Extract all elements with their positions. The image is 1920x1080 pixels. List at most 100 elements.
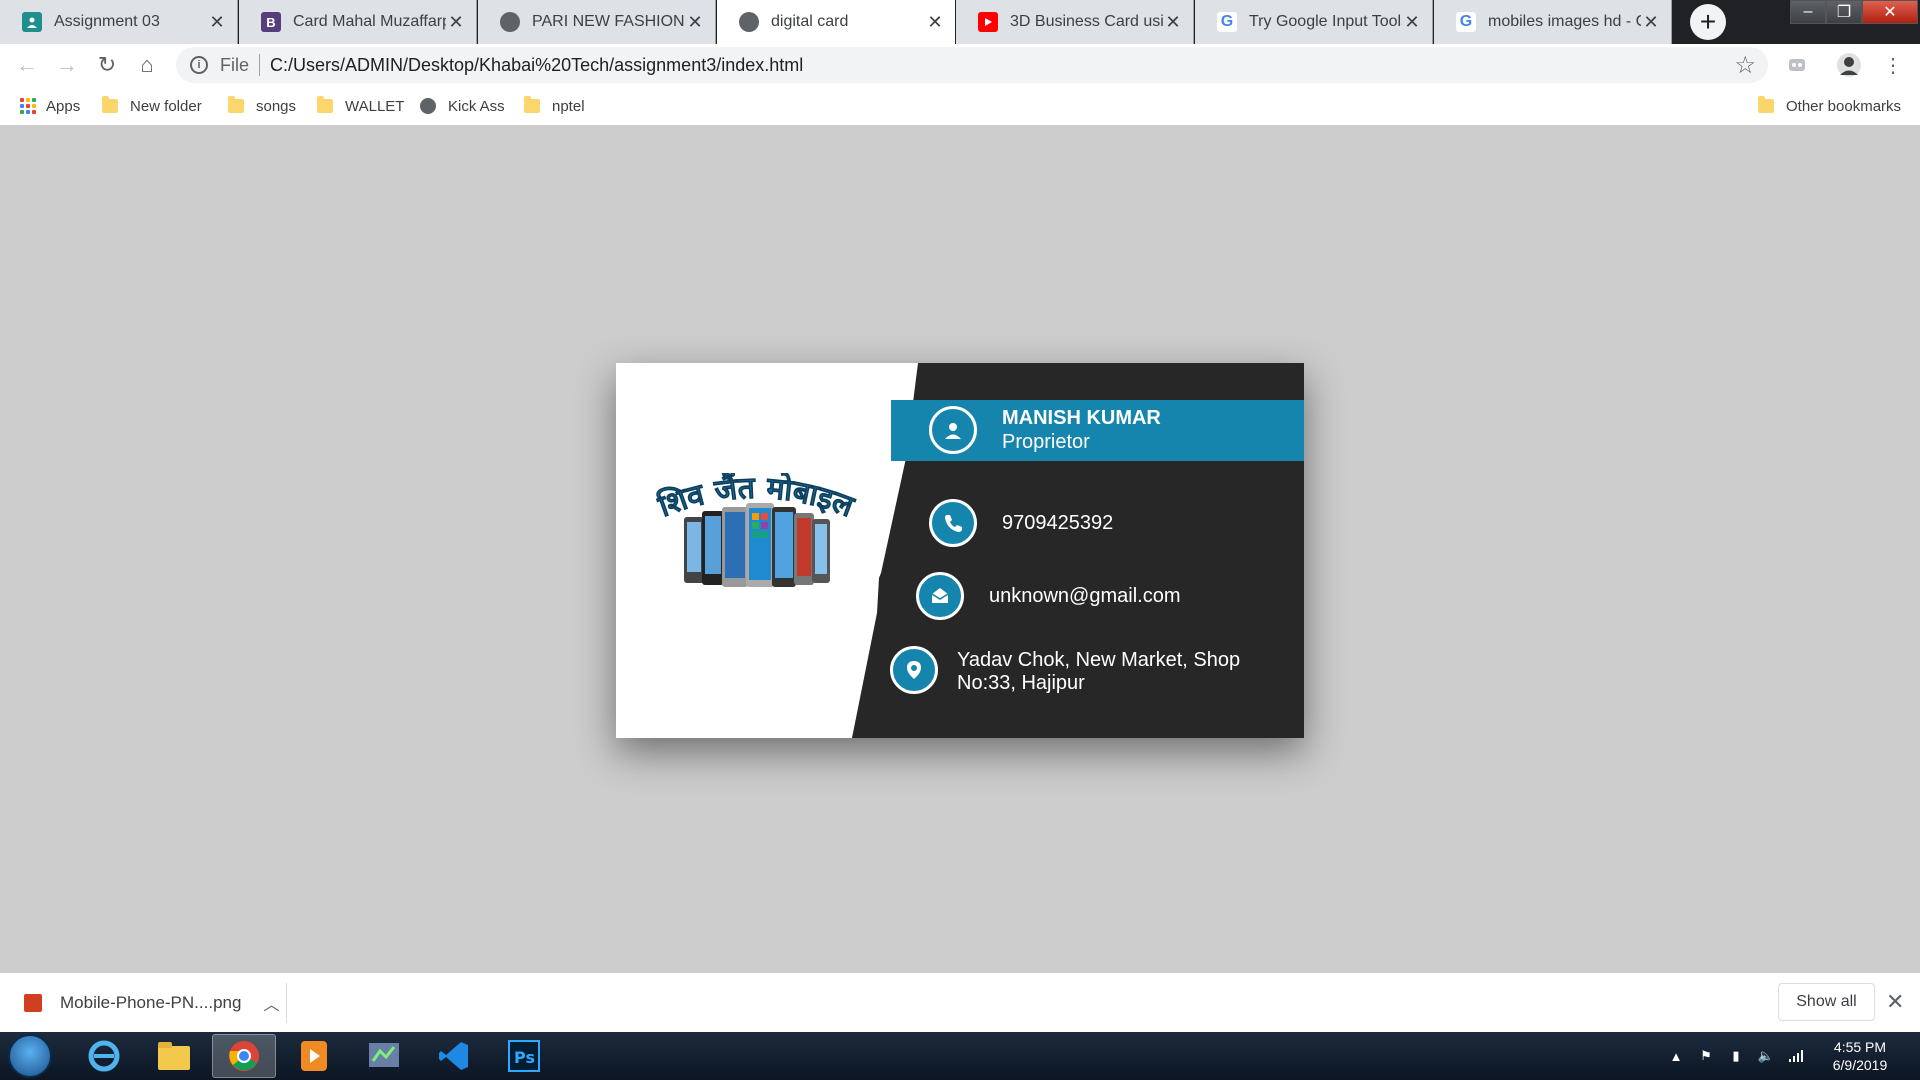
chevron-up-icon[interactable]: ︿ <box>263 991 279 1015</box>
bookmark-label: Other bookmarks <box>1786 97 1902 115</box>
owner-role: Proprietor <box>1002 431 1090 453</box>
bookmark-label: WALLET <box>345 97 405 115</box>
bookmark-label: Apps <box>46 97 81 115</box>
google-icon: G <box>1217 12 1237 32</box>
google-icon: G <box>1456 12 1476 32</box>
globe-icon <box>420 98 436 114</box>
download-item[interactable]: Mobile-Phone-PN....png ︿ <box>24 989 279 1017</box>
close-icon[interactable]: ✕ <box>925 12 945 32</box>
classroom-icon <box>22 12 42 32</box>
close-icon[interactable]: ✕ <box>1641 12 1661 32</box>
bookmark-wallet[interactable]: WALLET <box>317 96 404 116</box>
phone-number: 9709425392 <box>1002 512 1114 534</box>
folder-icon <box>228 96 244 113</box>
tab-card-mahal[interactable]: B Card Mahal Muzaffarpur ✕ <box>239 0 477 44</box>
shop-address: Yadav Chok, New Market, Shop No:33, Haji… <box>957 649 1277 695</box>
folder-icon <box>524 96 540 113</box>
tab-pari-new-fashion[interactable]: PARI NEW FASHION ✕ <box>478 0 716 44</box>
business-card: शिव जैंत मोबाइल MANISH KUMAR Proprietor … <box>616 363 1304 738</box>
url-text[interactable]: C:/Users/ADMIN/Desktop/Khabai%20Tech/ass… <box>270 55 803 76</box>
media-player-icon[interactable] <box>282 1034 346 1078</box>
person-icon <box>929 406 977 454</box>
bookmark-star-icon[interactable]: ☆ <box>1734 51 1756 80</box>
download-shelf: Mobile-Phone-PN....png ︿ Show all ✕ <box>0 972 1920 1032</box>
close-icon[interactable]: ✕ <box>1402 12 1422 32</box>
tab-digital-card[interactable]: digital card ✕ <box>717 0 955 44</box>
clock-time: 4:55 PM <box>1833 1039 1887 1055</box>
new-tab-button[interactable]: + <box>1690 4 1726 40</box>
extension-icon[interactable] <box>1784 52 1810 78</box>
profile-avatar[interactable] <box>1836 52 1862 78</box>
download-file-name: Mobile-Phone-PN....png <box>60 993 242 1012</box>
show-hidden-icons-icon[interactable]: ▲ <box>1668 1048 1684 1064</box>
power-icon[interactable]: ▮ <box>1728 1048 1744 1064</box>
reload-button[interactable]: ↻ <box>92 50 122 80</box>
tab-strip: Assignment 03 ✕ B Card Mahal Muzaffarpur… <box>0 0 1920 44</box>
bookmark-label: Kick Ass <box>448 97 505 115</box>
tab-google-input-tools[interactable]: G Try Google Input Tools ✕ <box>1195 0 1433 44</box>
close-icon[interactable]: ✕ <box>207 12 227 32</box>
bookmark-label: New folder <box>130 97 202 115</box>
close-icon[interactable]: ✕ <box>1886 989 1904 1015</box>
shop-logo: शिव जैंत मोबाइल <box>632 473 880 603</box>
phone-icon <box>929 499 977 547</box>
window-close-button[interactable]: ✕ <box>1862 0 1918 24</box>
menu-kebab-icon[interactable]: ⋮ <box>1878 50 1908 80</box>
show-all-button[interactable]: Show all <box>1778 983 1875 1021</box>
bookmark-other[interactable]: Other bookmarks <box>1758 96 1901 116</box>
page-viewport: शिव जैंत मोबाइल MANISH KUMAR Proprietor … <box>0 127 1920 972</box>
divider <box>286 983 287 1023</box>
folder-icon <box>1758 96 1774 113</box>
close-icon[interactable]: ✕ <box>446 12 466 32</box>
bookmarks-bar: Apps New folder songs WALLET Kick Ass np… <box>0 86 1920 126</box>
close-icon[interactable]: ✕ <box>685 12 705 32</box>
chrome-icon[interactable] <box>212 1034 276 1078</box>
tab-assignment-03[interactable]: Assignment 03 ✕ <box>0 0 238 44</box>
tab-title: mobiles images hd - Go <box>1488 13 1641 30</box>
internet-explorer-icon[interactable] <box>72 1034 136 1078</box>
bookmark-kick-ass[interactable]: Kick Ass <box>420 96 505 116</box>
photoshop-icon[interactable]: Ps <box>492 1034 556 1078</box>
svg-text:Ps: Ps <box>514 1048 535 1067</box>
windows-taskbar: Ps ▲ ⚑ ▮ 🔈 4:55 PM 6/9/2019 <box>0 1032 1920 1080</box>
volume-icon[interactable]: 🔈 <box>1758 1048 1774 1064</box>
mobile-phones-image <box>684 503 830 587</box>
youtube-icon <box>978 12 998 32</box>
vscode-icon[interactable] <box>422 1034 486 1078</box>
network-signal-icon[interactable] <box>1788 1048 1804 1064</box>
bookmark-new-folder[interactable]: New folder <box>102 96 202 116</box>
owner-name: MANISH KUMAR <box>1002 407 1161 429</box>
bookmark-nptel[interactable]: nptel <box>524 96 585 116</box>
forward-button[interactable]: → <box>52 50 82 80</box>
close-icon[interactable]: ✕ <box>1163 12 1183 32</box>
globe-icon <box>500 12 520 32</box>
bootstrap-icon: B <box>261 12 281 32</box>
start-button[interactable] <box>8 1034 52 1078</box>
system-clock[interactable]: 4:55 PM 6/9/2019 <box>1818 1038 1902 1074</box>
tab-3d-business-card[interactable]: 3D Business Card using ✕ <box>956 0 1194 44</box>
file-explorer-icon[interactable] <box>142 1034 206 1078</box>
back-button[interactable]: ← <box>12 50 42 80</box>
task-manager-icon[interactable] <box>352 1034 416 1078</box>
scheme-label: File <box>220 54 250 75</box>
address-line-2: No:33, Hajipur <box>957 672 1085 694</box>
email-address: unknown@gmail.com <box>989 585 1181 607</box>
tab-title: Assignment 03 <box>54 13 160 30</box>
address-bar[interactable]: i File C:/Users/ADMIN/Desktop/Khabai%20T… <box>176 47 1768 83</box>
minimize-button[interactable]: – <box>1790 0 1826 24</box>
location-pin-icon <box>890 646 938 694</box>
tab-title: digital card <box>771 13 849 30</box>
maximize-button[interactable]: ❐ <box>1826 0 1862 24</box>
bookmark-label: nptel <box>552 97 585 115</box>
tab-title: Try Google Input Tools <box>1249 13 1402 30</box>
action-center-flag-icon[interactable]: ⚑ <box>1698 1048 1714 1064</box>
globe-icon <box>739 12 759 32</box>
bookmark-apps[interactable]: Apps <box>20 96 80 116</box>
info-icon[interactable]: i <box>190 56 208 74</box>
tab-title: Card Mahal Muzaffarpur <box>293 13 446 30</box>
divider <box>259 54 261 76</box>
home-button[interactable]: ⌂ <box>132 50 162 80</box>
tab-title: 3D Business Card using <box>1010 13 1163 30</box>
bookmark-songs[interactable]: songs <box>228 96 296 116</box>
tab-mobiles-images[interactable]: G mobiles images hd - Go ✕ <box>1434 0 1672 44</box>
